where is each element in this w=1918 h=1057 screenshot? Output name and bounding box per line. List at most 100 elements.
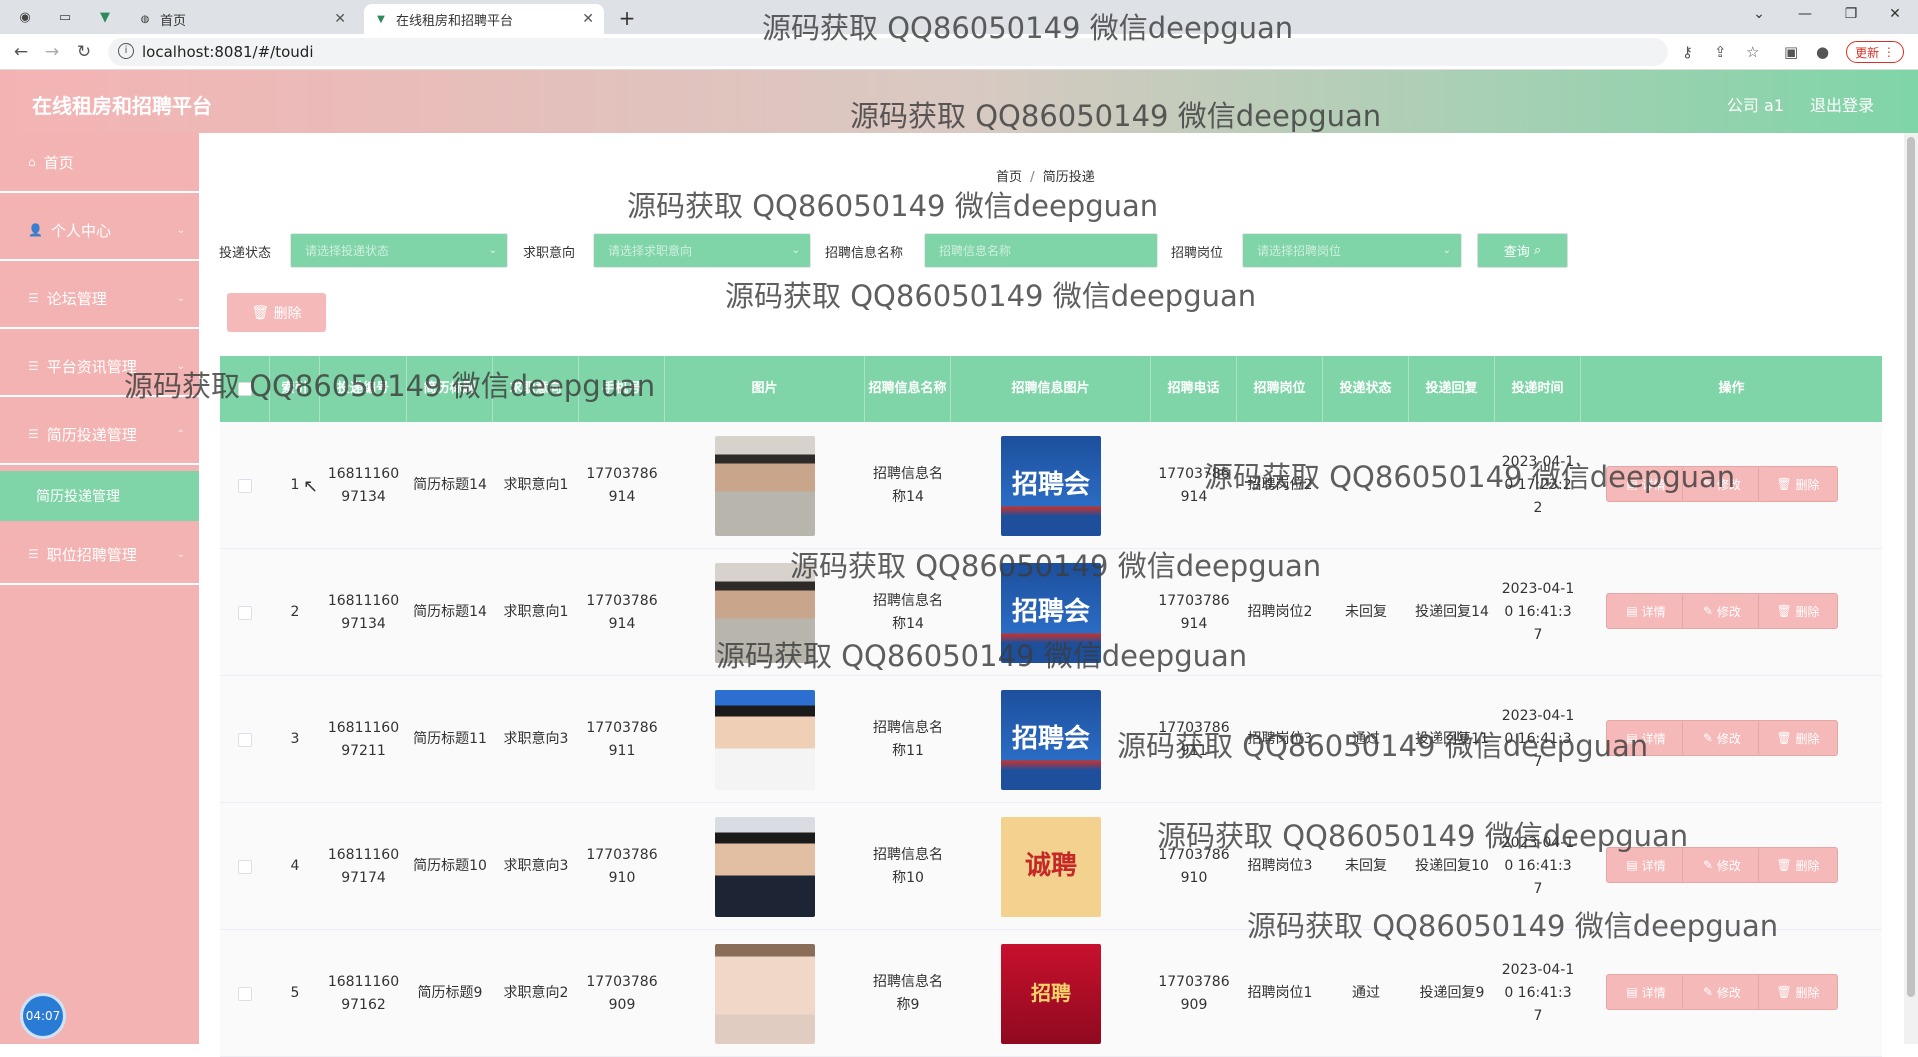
row-checkbox[interactable] <box>238 859 252 874</box>
intent-select[interactable]: 请选择求职意向 ⌄ <box>593 233 811 268</box>
edit-button[interactable]: ✎ 修改 <box>1682 466 1762 502</box>
detail-button[interactable]: ▤ 详情 <box>1606 593 1686 629</box>
cell-text: 通过 <box>1352 985 1380 1001</box>
row-checkbox[interactable] <box>238 732 252 747</box>
sidebar-item-home[interactable]: ⌂ 首页 <box>0 133 199 193</box>
cell-text: 17703786911 <box>1158 719 1230 759</box>
cell-no: 1681116097162 <box>320 930 407 1057</box>
reload-icon[interactable]: ↻ <box>73 42 95 62</box>
delete-button[interactable]: 🗑 删除 <box>1758 466 1838 502</box>
back-icon[interactable]: ← <box>10 42 32 62</box>
cell-text: 3 <box>290 731 300 747</box>
delete-button[interactable]: 🗑 删除 <box>1758 593 1838 629</box>
cell-title: 简历标题14 <box>407 549 493 676</box>
row-checkbox[interactable] <box>238 478 252 493</box>
job-poster-image[interactable]: 招聘会 <box>1001 689 1101 790</box>
row-checkbox[interactable] <box>238 605 252 620</box>
cell-text: 未回复 <box>1345 858 1387 874</box>
cell-tel: 17703786911 <box>1151 676 1237 803</box>
cell-text: 1681116097134 <box>327 465 400 505</box>
table-row: 4 1681116097174 简历标题10 求职意向3 17703786910 招聘信息… <box>220 803 1882 930</box>
sidebar-item-forum[interactable]: ☰ 论坛管理 ⌄ <box>0 269 199 329</box>
applicant-photo[interactable] <box>715 689 815 790</box>
detail-button[interactable]: ▤ 详情 <box>1606 720 1686 756</box>
github-icon[interactable]: ◉ <box>16 8 34 26</box>
op-label: 详情 <box>1641 985 1666 1000</box>
detail-button[interactable]: ▤ 详情 <box>1606 466 1686 502</box>
sidebar-item-label: 论坛管理 <box>46 289 107 308</box>
profile-icon[interactable]: ● <box>1816 43 1829 61</box>
close-tab-icon[interactable]: ✕ <box>582 11 594 27</box>
tab-platform[interactable]: ▼ 在线租房和招聘平台 ✕ <box>364 4 604 34</box>
edit-button[interactable]: ✎ 修改 <box>1682 974 1762 1010</box>
th-poster: 招聘信息图片 <box>951 356 1151 422</box>
tab-home[interactable]: ◍ 首页 ✕ <box>128 4 356 34</box>
edit-button[interactable]: ✎ 修改 <box>1682 847 1762 883</box>
logout-button[interactable]: 退出登录 <box>1810 92 1874 116</box>
position-select[interactable]: 请选择招聘岗位 ⌄ <box>1242 233 1462 268</box>
applicant-photo[interactable] <box>715 435 815 536</box>
restore-icon[interactable]: ❐ <box>1836 6 1866 22</box>
job-poster-image[interactable]: 诚聘 <box>1001 816 1101 917</box>
forward-icon[interactable]: → <box>41 42 63 62</box>
app-title: 在线租房和招聘平台 <box>32 94 212 118</box>
op-label: 详情 <box>1641 604 1666 619</box>
tab-search-icon[interactable]: ⌄ <box>1744 6 1774 22</box>
edit-button[interactable]: ✎ 修改 <box>1682 720 1762 756</box>
row-checkbox[interactable] <box>238 986 252 1001</box>
page-scrollbar[interactable] <box>1904 133 1918 1044</box>
th-index: 索引 <box>270 356 320 422</box>
job-poster-image[interactable]: 招聘会 <box>1001 435 1101 536</box>
new-tab-icon[interactable]: + <box>612 6 642 30</box>
sidebar-item-resume[interactable]: ☰ 简历投递管理 ⌃ <box>0 405 199 465</box>
cell-text: 2023-04-10 17:23:22 <box>1501 454 1575 516</box>
delete-button[interactable]: 🗑 删除 <box>1758 720 1838 756</box>
applicant-photo[interactable] <box>715 816 815 917</box>
detail-button[interactable]: ▤ 详情 <box>1606 847 1686 883</box>
detail-button[interactable]: ▤ 详情 <box>1606 974 1686 1010</box>
delete-button[interactable]: 🗑 删除 <box>1758 847 1838 883</box>
cell-phone: 17703786911 <box>579 676 665 803</box>
scroll-thumb[interactable] <box>1907 137 1915 997</box>
applicant-photo[interactable] <box>715 943 815 1044</box>
side-panel-icon[interactable]: ▣ <box>1784 43 1798 61</box>
chevron-up-icon: ⌃ <box>176 428 185 440</box>
delete-button[interactable]: 🗑 删除 <box>1758 974 1838 1010</box>
clock-badge[interactable]: 04:07 <box>20 993 66 1039</box>
cell-reply: 投递回复10 <box>1409 803 1495 930</box>
select-all-checkbox[interactable] <box>237 382 252 396</box>
share-icon[interactable]: ⇪ <box>1714 43 1727 61</box>
op-label: 删除 <box>1795 477 1820 492</box>
job-poster-image[interactable]: 招聘 <box>1001 943 1101 1044</box>
sidebar-item-jobs[interactable]: ☰ 职位招聘管理 ⌄ <box>0 525 199 585</box>
op-label: 修改 <box>1716 858 1741 873</box>
row-select-cell <box>220 549 270 676</box>
update-button[interactable]: 更新 ⋮ <box>1846 41 1904 63</box>
close-tab-icon[interactable]: ✕ <box>334 11 346 27</box>
sidebar-item-profile[interactable]: 👤 个人中心 ⌄ <box>0 201 199 261</box>
sidebar-subitem-resume[interactable]: 简历投递管理 <box>0 471 199 521</box>
intent-placeholder: 请选择求职意向 <box>608 244 693 258</box>
address-bar[interactable]: i localhost:8081/#/toudi <box>108 38 1668 66</box>
job-poster-image[interactable]: 招聘会 <box>1001 562 1101 663</box>
cell-text: 招聘岗位2 <box>1247 477 1313 493</box>
status-select[interactable]: 请选择投递状态 ⌄ <box>290 233 508 268</box>
minimize-icon[interactable]: — <box>1790 6 1820 22</box>
edit-button[interactable]: ✎ 修改 <box>1682 593 1762 629</box>
job-name-input[interactable]: 招聘信息名称 <box>924 233 1158 268</box>
cell-time: 2023-04-10 16:41:37 <box>1495 803 1581 930</box>
breadcrumb-home[interactable]: 首页 <box>996 170 1022 185</box>
cell-time: 2023-04-10 16:41:37 <box>1495 930 1581 1057</box>
info-icon[interactable]: i <box>118 43 134 59</box>
sidebar-item-news[interactable]: ☰ 平台资讯管理 ⌄ <box>0 337 199 397</box>
applicant-photo[interactable] <box>715 562 815 663</box>
bookmark-star-icon[interactable]: ☆ <box>1746 43 1759 61</box>
key-icon[interactable]: ⚷ <box>1682 43 1693 61</box>
row-select-cell <box>220 676 270 803</box>
query-button[interactable]: 查询 ⌕ <box>1477 233 1568 268</box>
cell-text: 通过 <box>1352 731 1380 747</box>
window-close-icon[interactable]: ✕ <box>1880 6 1910 22</box>
blank-tab-icon[interactable]: ▭ <box>56 8 74 26</box>
batch-delete-button[interactable]: 🗑 删除 <box>227 293 326 332</box>
vue-icon[interactable]: ▼ <box>96 8 114 26</box>
